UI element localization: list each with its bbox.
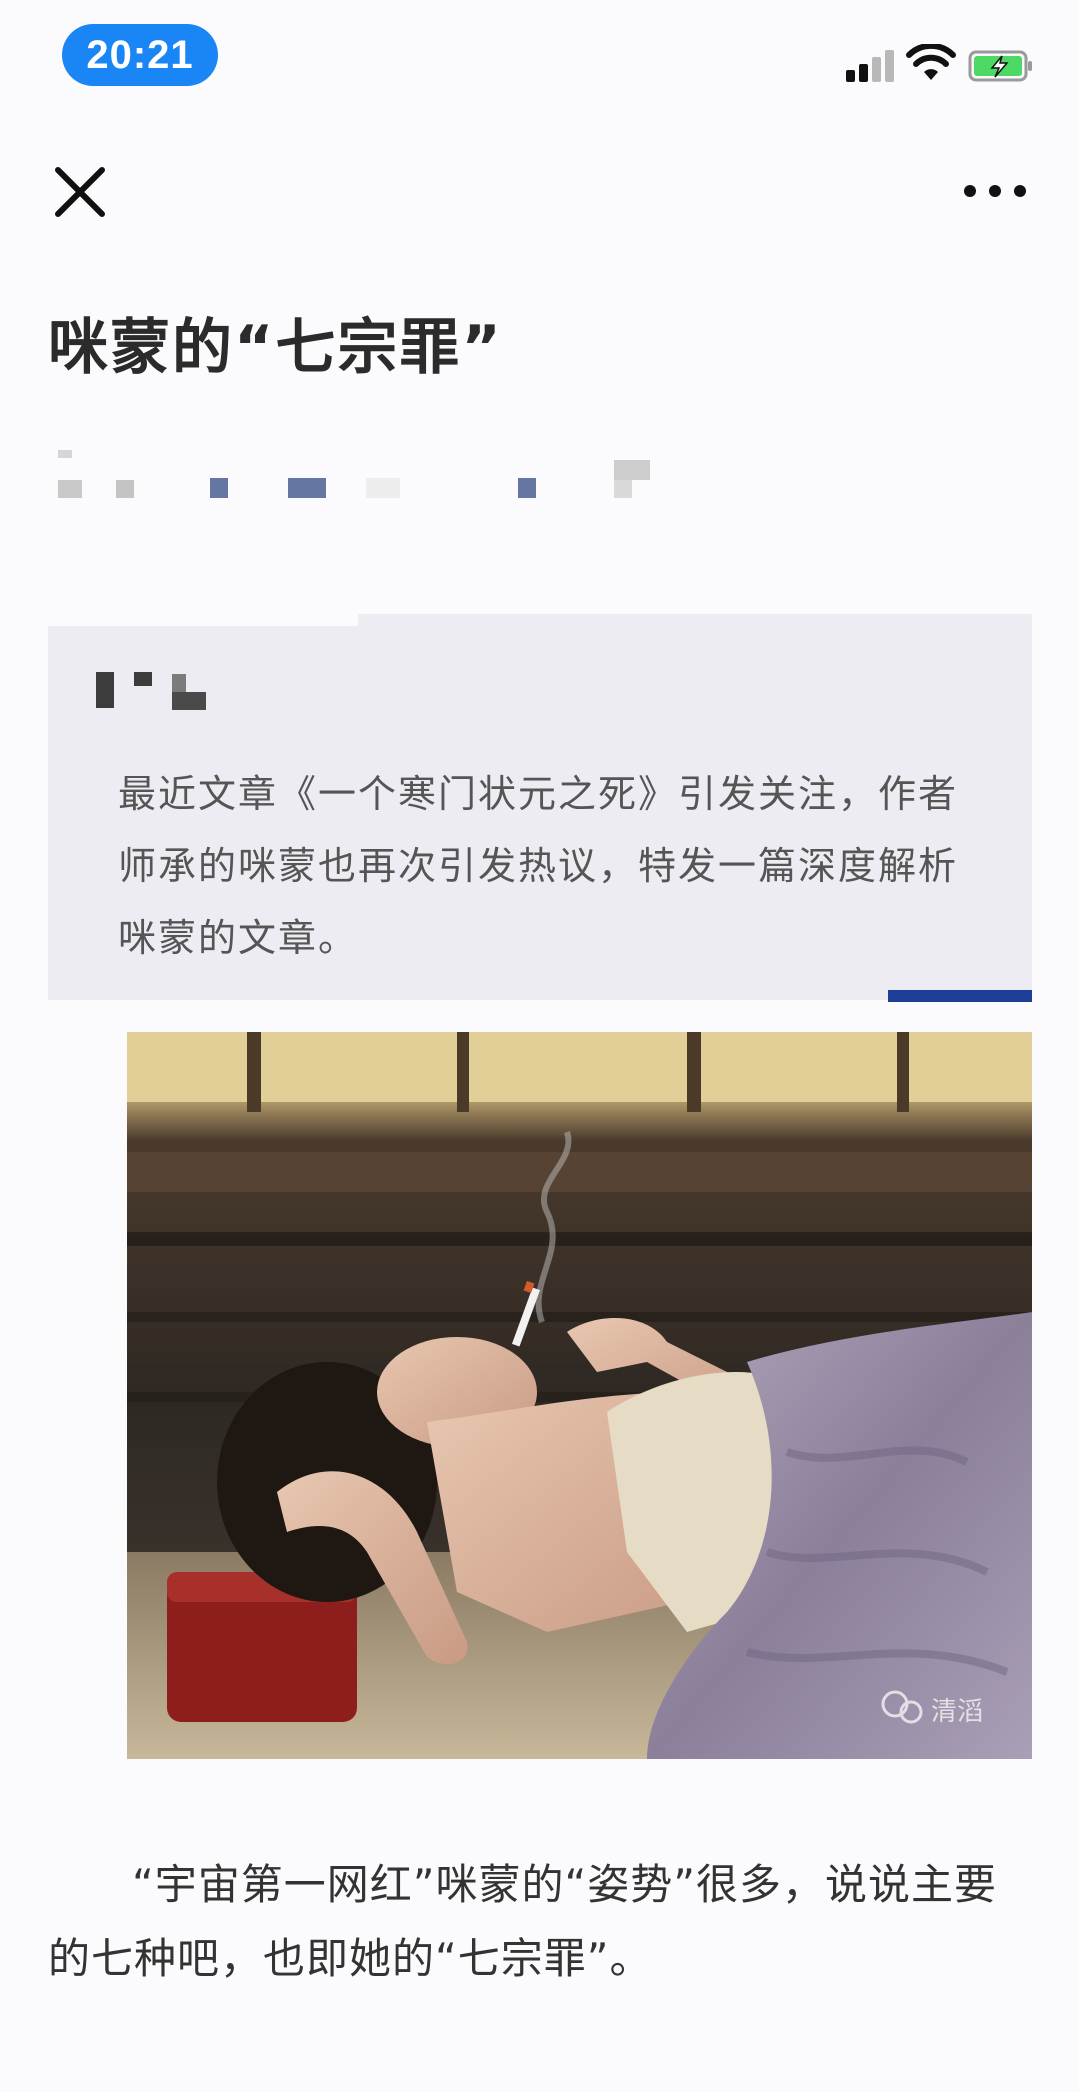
wifi-icon (906, 44, 956, 80)
more-dots-icon[interactable] (960, 166, 1030, 216)
svg-text:清滔: 清滔 (931, 1697, 983, 1727)
cellular-signal-icon (846, 48, 896, 82)
status-bar: 20:21 (0, 0, 1079, 110)
status-time: 20:21 (62, 24, 218, 86)
quote-accent-bar (888, 990, 1032, 1002)
quote-header-pixelated (96, 668, 216, 710)
battery-charging-icon (968, 50, 1032, 82)
article-title: 咪蒙的“七宗罪” (48, 313, 503, 383)
quote-notch (48, 614, 358, 626)
article-body-paragraph: “宇宙第一网红”咪蒙的“姿势”很多，说说主要的七种吧，也即她的“七宗罪”。 (48, 1860, 998, 1983)
close-icon[interactable] (48, 160, 112, 224)
article-meta-pixelated (48, 440, 688, 510)
quote-text: 最近文章《一个寒门状元之死》引发关注，作者师承的咪蒙也再次引发热议，特发一篇深度… (118, 772, 959, 960)
article-photo: 清滔 (127, 1032, 1032, 1759)
